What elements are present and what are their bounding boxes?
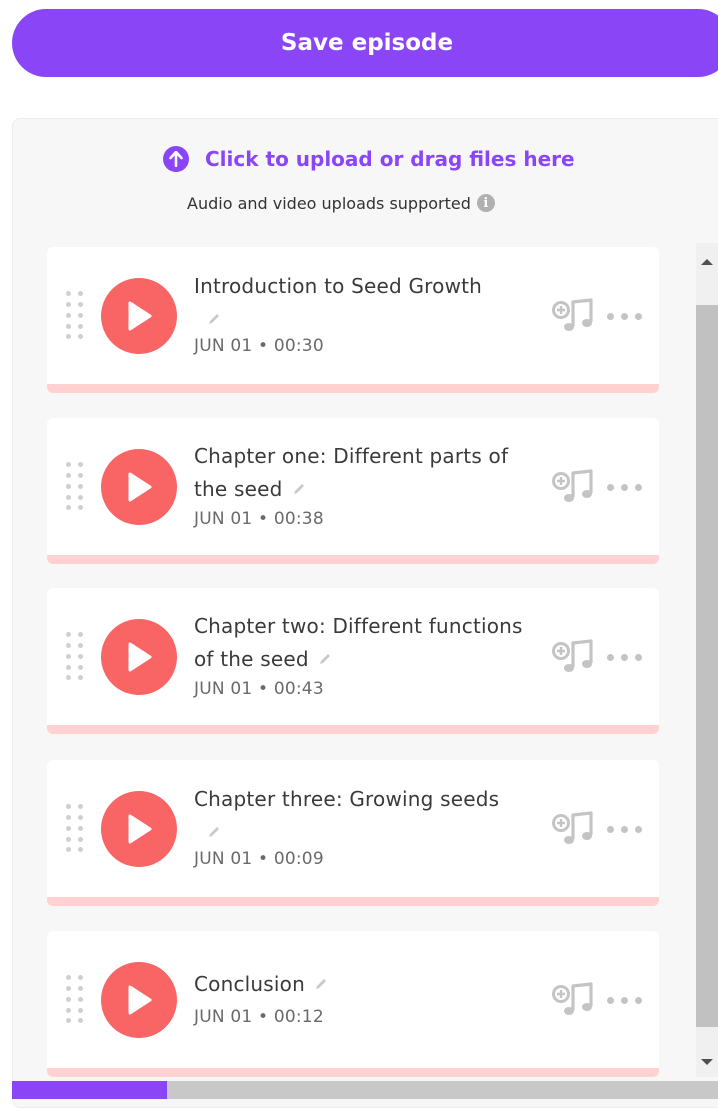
drag-handle-icon[interactable]: [66, 804, 86, 852]
more-options-icon[interactable]: [607, 826, 643, 834]
drag-handle-icon[interactable]: [66, 291, 86, 339]
add-music-icon[interactable]: [552, 296, 596, 336]
episode-progress-bar: [47, 555, 659, 564]
list-scrollbar[interactable]: [696, 243, 718, 1077]
episode-card[interactable]: Introduction to Seed Growth JUN 01 • 00:…: [47, 247, 659, 393]
episode-date: JUN 01 • 00:38: [194, 509, 324, 529]
episode-card[interactable]: Chapter three: Growing seeds JUN 01 • 00…: [47, 760, 659, 906]
upload-dropzone[interactable]: Click to upload or drag files here: [163, 144, 575, 174]
pencil-icon[interactable]: [206, 304, 222, 337]
play-button[interactable]: [101, 791, 177, 867]
add-music-icon[interactable]: [552, 637, 596, 677]
play-icon: [128, 301, 152, 331]
info-icon[interactable]: i: [476, 194, 495, 212]
episode-card[interactable]: Chapter one: Different parts of the seed…: [47, 418, 659, 564]
pencil-icon[interactable]: [313, 969, 329, 1002]
episode-title-text: Introduction to Seed Growth: [194, 274, 483, 298]
episode-title: Chapter three: Growing seeds: [194, 783, 524, 850]
play-button[interactable]: [101, 449, 177, 525]
episode-progress-bar: [47, 897, 659, 906]
pencil-icon[interactable]: [206, 817, 222, 850]
play-icon: [128, 472, 152, 502]
add-music-icon[interactable]: [552, 980, 596, 1020]
upload-hint: Audio and video uploads supported i: [187, 191, 495, 215]
episode-title-text: Chapter one: Different parts of the seed: [194, 444, 509, 501]
more-options-icon[interactable]: [607, 313, 643, 321]
episode-title-text: Conclusion: [194, 972, 305, 996]
play-button[interactable]: [101, 278, 177, 354]
play-icon: [128, 814, 152, 844]
play-icon: [128, 642, 152, 672]
episode-progress-bar: [47, 384, 659, 393]
drag-handle-icon[interactable]: [66, 975, 86, 1023]
play-button[interactable]: [101, 962, 177, 1038]
episode-date: JUN 01 • 00:12: [194, 1007, 324, 1027]
episode-title-text: Chapter three: Growing seeds: [194, 787, 500, 811]
scrollbar-thumb[interactable]: [696, 305, 718, 1027]
episode-date: JUN 01 • 00:09: [194, 849, 324, 869]
episode-title: Chapter one: Different parts of the seed: [194, 440, 524, 507]
episode-title: Conclusion: [194, 968, 524, 1002]
more-options-icon[interactable]: [607, 484, 643, 492]
add-music-icon[interactable]: [552, 809, 596, 849]
pencil-icon[interactable]: [291, 474, 307, 507]
save-episode-button[interactable]: Save episode: [12, 9, 718, 77]
episode-title-text: Chapter two: Different functions of the …: [194, 614, 523, 671]
episode-progress-bar: [47, 725, 659, 734]
more-options-icon[interactable]: [607, 654, 643, 662]
arrow-up-circle-icon: [163, 146, 189, 172]
episode-card[interactable]: Chapter two: Different functions of the …: [47, 588, 659, 734]
scroll-down-arrow-icon[interactable]: [701, 1059, 713, 1065]
upload-hint-text: Audio and video uploads supported: [187, 193, 471, 213]
episode-title: Chapter two: Different functions of the …: [194, 610, 524, 677]
episode-title: Introduction to Seed Growth: [194, 270, 524, 337]
drag-handle-icon[interactable]: [66, 462, 86, 510]
episode-progress-bar: [47, 1068, 659, 1077]
episode-date: JUN 01 • 00:43: [194, 679, 324, 699]
upload-progress-track: [12, 1081, 718, 1099]
episode-card[interactable]: Conclusion JUN 01 • 00:12: [47, 931, 659, 1077]
scroll-up-arrow-icon[interactable]: [701, 259, 713, 265]
play-icon: [128, 985, 152, 1015]
upload-progress-fill: [12, 1081, 168, 1099]
save-episode-label: Save episode: [280, 30, 454, 56]
add-music-icon[interactable]: [552, 467, 596, 507]
drag-handle-icon[interactable]: [66, 632, 86, 680]
episode-date: JUN 01 • 00:30: [194, 336, 324, 356]
play-button[interactable]: [101, 619, 177, 695]
more-options-icon[interactable]: [607, 997, 643, 1005]
pencil-icon[interactable]: [317, 644, 333, 677]
upload-link[interactable]: Click to upload or drag files here: [205, 147, 575, 171]
